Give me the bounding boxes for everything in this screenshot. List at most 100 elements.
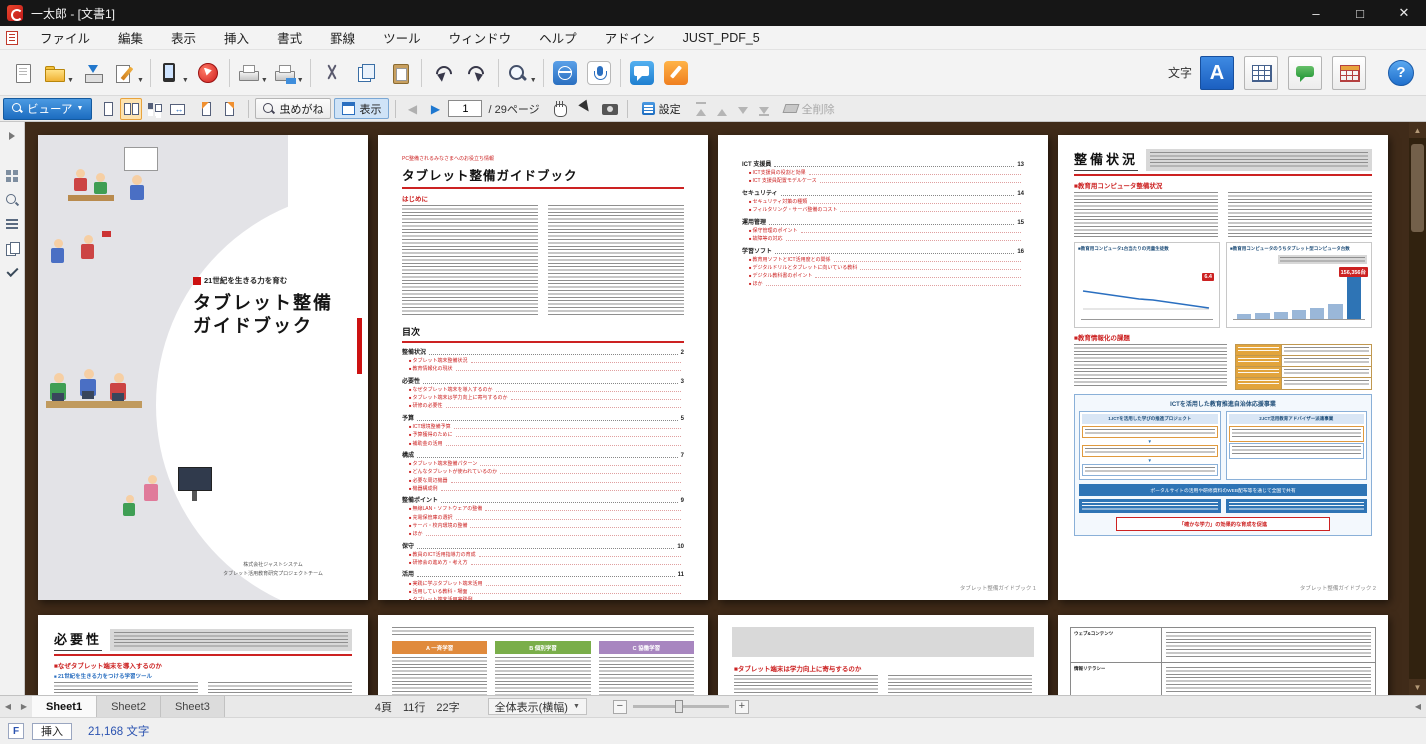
menu-item[interactable]: 編集 — [104, 26, 157, 49]
next-page-button[interactable]: ▶ — [425, 99, 445, 119]
undo-button[interactable]: ▼ — [426, 54, 460, 92]
document-page-3[interactable]: ICT 支援員 13 ICT支援員の役割と効果 ICT 支援員配置モデルケース — [718, 135, 1048, 600]
help-button[interactable]: ? — [1388, 60, 1414, 86]
settings-button[interactable]: 設定 — [634, 98, 689, 119]
scroll-up-button[interactable]: ▲ — [1409, 122, 1426, 138]
voice-input-button[interactable]: ▼ — [582, 54, 616, 92]
insert-mode-indicator[interactable]: 挿入 — [32, 723, 72, 740]
save-button[interactable]: ▼ — [76, 54, 110, 92]
select-tool-button[interactable] — [574, 98, 596, 120]
body-text-block — [1074, 344, 1227, 388]
print-button[interactable]: ▼ — [234, 54, 270, 92]
minimize-button[interactable]: – — [1294, 0, 1338, 26]
view-facing-pages-button[interactable] — [120, 98, 142, 120]
cover-tagline: 21世紀を生きる力を育む — [193, 275, 358, 286]
toc-entry: フィルタリング・サーバ整備のコスト — [742, 206, 1024, 213]
mobile-view-button[interactable]: ▼ — [155, 54, 191, 92]
table-mode-button[interactable] — [1244, 56, 1278, 90]
new-document-button[interactable]: ▼ — [6, 54, 40, 92]
view-mode-dropdown[interactable]: 全体表示(横幅) ▼ — [488, 698, 587, 715]
sheet-prev-button[interactable]: ◀ — [0, 696, 16, 717]
collapse-panel-arrow[interactable]: ◀ — [1415, 702, 1421, 711]
document-page-cover[interactable]: 21世紀を生きる力を育む タブレット整備 ガイドブック 株式会社ジャストシステム… — [38, 135, 368, 600]
zoom-in-button[interactable]: + — [735, 700, 749, 714]
sheet-tab[interactable]: Sheet3 — [161, 696, 225, 717]
subsection-heading: ■教育情報化の課題 — [1074, 332, 1372, 342]
zoom-slider-thumb[interactable] — [675, 700, 683, 713]
move-up-button[interactable] — [713, 99, 731, 119]
copy-button[interactable]: ▼ — [349, 54, 383, 92]
tools-palette-button[interactable] — [1332, 56, 1366, 90]
cut-button[interactable]: ▼ — [315, 54, 349, 92]
pages-panel-button[interactable] — [0, 236, 24, 260]
comment-mode-button[interactable] — [1288, 56, 1322, 90]
scrollbar-thumb[interactable] — [1411, 144, 1424, 232]
view-single-page-button[interactable] — [97, 98, 119, 120]
document-page-7[interactable]: ■タブレット端末は学力向上に寄与するのか — [718, 615, 1048, 695]
zoom-button[interactable]: ▼ — [503, 54, 539, 92]
scroll-down-button[interactable]: ▼ — [1409, 679, 1426, 695]
text-mode-button[interactable]: A — [1200, 56, 1234, 90]
toc-entry: 補助金の活用 — [402, 440, 684, 447]
close-button[interactable]: ✕ — [1382, 0, 1426, 26]
hand-tool-button[interactable] — [549, 98, 571, 120]
knowledge-search-button[interactable]: ▼ — [548, 54, 582, 92]
comment-button[interactable]: ▼ — [625, 54, 659, 92]
magnifier-tool-button[interactable]: 虫めがね — [255, 98, 331, 119]
sheet-tab[interactable]: Sheet2 — [97, 696, 161, 717]
move-to-bottom-button[interactable] — [755, 99, 773, 119]
zoom-out-button[interactable]: − — [613, 700, 627, 714]
left-panel-rail — [0, 122, 25, 695]
menu-item[interactable]: ツール — [369, 26, 435, 49]
check-panel-button[interactable] — [0, 260, 24, 284]
document-page-2[interactable]: PC整備されるみなさまへのお役立ち情報 タブレット整備ガイドブック はじめに 目… — [378, 135, 708, 600]
camera-icon — [599, 98, 621, 120]
sheet-tab[interactable]: Sheet1 — [32, 696, 97, 717]
document-page-5[interactable]: 必要性 ■なぜタブレット端末を導入するのか 21世紀を生きる力をつける学習ツール — [38, 615, 368, 695]
redo-button[interactable]: ▼ — [460, 54, 494, 92]
menu-item[interactable]: ウィンドウ — [435, 26, 526, 49]
open-file-button[interactable]: ▼ — [40, 54, 76, 92]
edit-tools-button[interactable]: ▼ — [110, 54, 146, 92]
document-icon — [6, 31, 18, 45]
toc-entry: なぜタブレット端末を導入するのか — [402, 386, 684, 393]
document-page-4[interactable]: 整備状況 ■教育用コンピュータ整備状況 ■教育用コンピュータ1台当たりの児童生徒… — [1058, 135, 1388, 600]
menu-item[interactable]: 挿入 — [210, 26, 263, 49]
handwriting-button[interactable]: ▼ — [659, 54, 693, 92]
vertical-scrollbar[interactable]: ▲ ▼ — [1409, 122, 1426, 695]
menu-item[interactable]: ヘルプ — [525, 26, 591, 49]
document-page-6[interactable]: A 一斉学習 B 個別学習 C 協働学習 — [378, 615, 708, 695]
intro-heading: はじめに — [402, 193, 684, 203]
sheet-next-button[interactable]: ▶ — [16, 696, 32, 717]
maximize-button[interactable]: □ — [1338, 0, 1382, 26]
zoom-slider[interactable] — [633, 705, 729, 708]
first-page-button[interactable] — [195, 98, 217, 120]
collapse-panel-button[interactable] — [0, 124, 24, 148]
move-down-button[interactable] — [734, 99, 752, 119]
navigation-button[interactable]: ▼ — [191, 54, 225, 92]
previous-page-button[interactable]: ◀ — [402, 99, 422, 119]
print-settings-button[interactable]: ▼ — [270, 54, 306, 92]
menu-item[interactable]: JUST_PDF_5 — [669, 26, 774, 49]
display-toggle-button[interactable]: 表示 — [334, 98, 389, 119]
view-thumbnail-grid-button[interactable] — [143, 98, 165, 120]
page-number-input[interactable] — [448, 100, 482, 117]
viewer-mode-dropdown[interactable]: ビューア ▼ — [3, 98, 92, 120]
delete-all-button[interactable]: 全削除 — [776, 98, 843, 119]
menu-item[interactable]: アドイン — [591, 26, 669, 49]
move-to-top-button[interactable] — [692, 99, 710, 119]
paste-button[interactable]: ▼ — [383, 54, 417, 92]
chart-tablet-count: ■教育用コンピュータのうちタブレット型コンピュータ台数 156,356台 — [1226, 242, 1372, 328]
last-page-button[interactable] — [218, 98, 240, 120]
search-panel-button[interactable] — [0, 188, 24, 212]
menu-item[interactable]: ファイル — [26, 26, 104, 49]
view-fit-width-button[interactable] — [166, 98, 188, 120]
document-viewer-area[interactable]: 21世紀を生きる力を育む タブレット整備 ガイドブック 株式会社ジャストシステム… — [25, 122, 1426, 695]
snapshot-tool-button[interactable] — [599, 98, 621, 120]
thumbnail-panel-button[interactable] — [0, 164, 24, 188]
menu-item[interactable]: 罫線 — [316, 26, 369, 49]
menu-item[interactable]: 表示 — [157, 26, 210, 49]
menu-item[interactable]: 書式 — [263, 26, 316, 49]
document-page-8[interactable]: ウェブ&コンテンツ 情報リテラシー — [1058, 615, 1388, 695]
outline-panel-button[interactable] — [0, 212, 24, 236]
